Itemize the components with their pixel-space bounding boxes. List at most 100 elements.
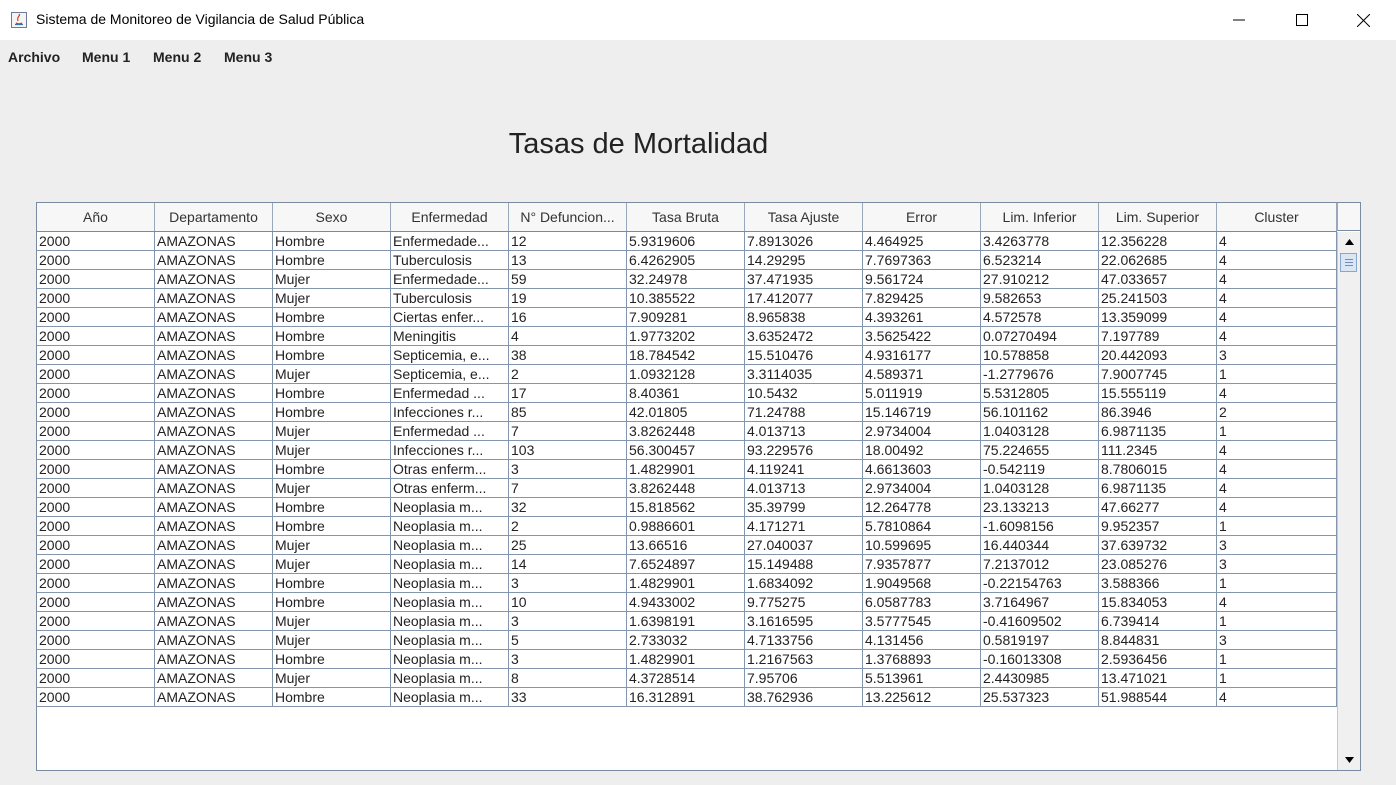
cell-error[interactable]: 9.561724 xyxy=(863,270,981,288)
cell-enfermedad[interactable]: Enfermedade... xyxy=(391,232,509,250)
cell-departamento[interactable]: AMAZONAS xyxy=(155,688,273,706)
cell-error[interactable]: 4.6613603 xyxy=(863,460,981,478)
cell-departamento[interactable]: AMAZONAS xyxy=(155,308,273,326)
cell-enfermedad[interactable]: Infecciones r... xyxy=(391,403,509,421)
cell-anio[interactable]: 2000 xyxy=(37,669,155,687)
cell-tasa-ajuste[interactable]: 4.013713 xyxy=(745,479,863,497)
cell-anio[interactable]: 2000 xyxy=(37,650,155,668)
table-row[interactable]: 2000 AMAZONAS Hombre Neoplasia m... 33 16.312… xyxy=(37,688,1337,707)
cell-departamento[interactable]: AMAZONAS xyxy=(155,460,273,478)
cell-lim-superior[interactable]: 6.739414 xyxy=(1099,612,1217,630)
cell-anio[interactable]: 2000 xyxy=(37,612,155,630)
cell-sexo[interactable]: Hombre xyxy=(273,460,391,478)
table-row[interactable]: 2000 AMAZONAS Hombre Meningitis 4 1.9773202 3.… xyxy=(37,327,1337,346)
cell-lim-superior[interactable]: 9.952357 xyxy=(1099,517,1217,535)
maximize-button[interactable] xyxy=(1279,0,1325,40)
cell-n-defunciones[interactable]: 16 xyxy=(509,308,627,326)
cell-n-defunciones[interactable]: 4 xyxy=(509,327,627,345)
cell-sexo[interactable]: Mujer xyxy=(273,631,391,649)
cell-n-defunciones[interactable]: 32 xyxy=(509,498,627,516)
cell-sexo[interactable]: Hombre xyxy=(273,593,391,611)
cell-departamento[interactable]: AMAZONAS xyxy=(155,517,273,535)
cell-lim-superior[interactable]: 7.9007745 xyxy=(1099,365,1217,383)
cell-lim-superior[interactable]: 2.5936456 xyxy=(1099,650,1217,668)
cell-tasa-ajuste[interactable]: 93.229576 xyxy=(745,441,863,459)
cell-tasa-ajuste[interactable]: 15.149488 xyxy=(745,555,863,573)
cell-anio[interactable]: 2000 xyxy=(37,422,155,440)
cell-enfermedad[interactable]: Neoplasia m... xyxy=(391,517,509,535)
cell-tasa-ajuste[interactable]: 37.471935 xyxy=(745,270,863,288)
cell-error[interactable]: 15.146719 xyxy=(863,403,981,421)
cell-lim-inferior[interactable]: 10.578858 xyxy=(981,346,1099,364)
cell-cluster[interactable]: 2 xyxy=(1217,403,1337,421)
cell-lim-superior[interactable]: 37.639732 xyxy=(1099,536,1217,554)
cell-lim-inferior[interactable]: -1.6098156 xyxy=(981,517,1099,535)
cell-departamento[interactable]: AMAZONAS xyxy=(155,327,273,345)
cell-tasa-bruta[interactable]: 1.4829901 xyxy=(627,574,745,592)
menu-1[interactable]: Menu 1 xyxy=(82,49,130,65)
cell-lim-inferior[interactable]: 56.101162 xyxy=(981,403,1099,421)
cell-lim-inferior[interactable]: -0.542119 xyxy=(981,460,1099,478)
scroll-up-button[interactable] xyxy=(1338,232,1360,252)
table-row[interactable]: 2000 AMAZONAS Mujer Otras enferm... 7 3.82624… xyxy=(37,479,1337,498)
cell-tasa-bruta[interactable]: 7.6524897 xyxy=(627,555,745,573)
table-row[interactable]: 2000 AMAZONAS Mujer Septicemia, e... 2 1.0932… xyxy=(37,365,1337,384)
cell-sexo[interactable]: Hombre xyxy=(273,650,391,668)
cell-lim-superior[interactable]: 111.2345 xyxy=(1099,441,1217,459)
cell-tasa-bruta[interactable]: 10.385522 xyxy=(627,289,745,307)
cell-departamento[interactable]: AMAZONAS xyxy=(155,631,273,649)
cell-lim-inferior[interactable]: -0.22154763 xyxy=(981,574,1099,592)
cell-enfermedad[interactable]: Neoplasia m... xyxy=(391,498,509,516)
cell-departamento[interactable]: AMAZONAS xyxy=(155,536,273,554)
cell-sexo[interactable]: Hombre xyxy=(273,517,391,535)
cell-departamento[interactable]: AMAZONAS xyxy=(155,498,273,516)
cell-anio[interactable]: 2000 xyxy=(37,270,155,288)
cell-cluster[interactable]: 4 xyxy=(1217,460,1337,478)
cell-n-defunciones[interactable]: 12 xyxy=(509,232,627,250)
cell-sexo[interactable]: Hombre xyxy=(273,251,391,269)
cell-error[interactable]: 3.5625422 xyxy=(863,327,981,345)
cell-cluster[interactable]: 4 xyxy=(1217,593,1337,611)
cell-lim-inferior[interactable]: 0.07270494 xyxy=(981,327,1099,345)
cell-cluster[interactable]: 1 xyxy=(1217,517,1337,535)
cell-error[interactable]: 2.9734004 xyxy=(863,422,981,440)
cell-error[interactable]: 5.011919 xyxy=(863,384,981,402)
cell-anio[interactable]: 2000 xyxy=(37,536,155,554)
cell-anio[interactable]: 2000 xyxy=(37,593,155,611)
cell-lim-inferior[interactable]: 23.133213 xyxy=(981,498,1099,516)
cell-cluster[interactable]: 4 xyxy=(1217,289,1337,307)
cell-departamento[interactable]: AMAZONAS xyxy=(155,650,273,668)
cell-enfermedad[interactable]: Neoplasia m... xyxy=(391,631,509,649)
cell-n-defunciones[interactable]: 25 xyxy=(509,536,627,554)
cell-sexo[interactable]: Hombre xyxy=(273,688,391,706)
cell-lim-superior[interactable]: 23.085276 xyxy=(1099,555,1217,573)
cell-anio[interactable]: 2000 xyxy=(37,441,155,459)
cell-sexo[interactable]: Hombre xyxy=(273,498,391,516)
cell-tasa-bruta[interactable]: 4.3728514 xyxy=(627,669,745,687)
cell-lim-inferior[interactable]: -0.41609502 xyxy=(981,612,1099,630)
cell-tasa-bruta[interactable]: 1.6398191 xyxy=(627,612,745,630)
cell-anio[interactable]: 2000 xyxy=(37,327,155,345)
cell-lim-inferior[interactable]: 5.5312805 xyxy=(981,384,1099,402)
cell-enfermedad[interactable]: Otras enferm... xyxy=(391,460,509,478)
cell-anio[interactable]: 2000 xyxy=(37,346,155,364)
mortality-table[interactable]: Año Departamento Sexo Enfermedad N° Defuncio… xyxy=(36,202,1361,771)
cell-tasa-bruta[interactable]: 1.0932128 xyxy=(627,365,745,383)
cell-n-defunciones[interactable]: 85 xyxy=(509,403,627,421)
cell-departamento[interactable]: AMAZONAS xyxy=(155,232,273,250)
cell-lim-superior[interactable]: 51.988544 xyxy=(1099,688,1217,706)
cell-cluster[interactable]: 1 xyxy=(1217,650,1337,668)
cell-error[interactable]: 4.131456 xyxy=(863,631,981,649)
cell-tasa-ajuste[interactable]: 71.24788 xyxy=(745,403,863,421)
cell-enfermedad[interactable]: Otras enferm... xyxy=(391,479,509,497)
cell-lim-inferior[interactable]: 75.224655 xyxy=(981,441,1099,459)
cell-enfermedad[interactable]: Meningitis xyxy=(391,327,509,345)
cell-error[interactable]: 10.599695 xyxy=(863,536,981,554)
cell-error[interactable]: 4.589371 xyxy=(863,365,981,383)
table-row[interactable]: 2000 AMAZONAS Hombre Infecciones r... 85 42.0… xyxy=(37,403,1337,422)
cell-tasa-ajuste[interactable]: 15.510476 xyxy=(745,346,863,364)
cell-sexo[interactable]: Hombre xyxy=(273,403,391,421)
table-row[interactable]: 2000 AMAZONAS Mujer Neoplasia m... 14 7.65248… xyxy=(37,555,1337,574)
cell-error[interactable]: 5.7810864 xyxy=(863,517,981,535)
cell-enfermedad[interactable]: Tuberculosis xyxy=(391,289,509,307)
